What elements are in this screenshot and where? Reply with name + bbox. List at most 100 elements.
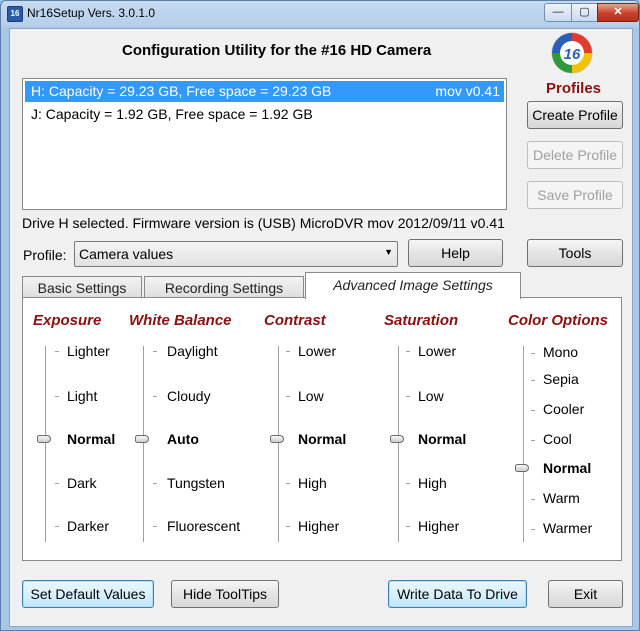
- main-panel: Configuration Utility for the #16 HD Cam…: [9, 28, 633, 627]
- exposure-tick: [55, 526, 59, 527]
- saturation-slider-track[interactable]: [398, 346, 399, 542]
- white-balance-option-fluorescent[interactable]: Fluorescent: [167, 518, 240, 534]
- help-button[interactable]: Help: [408, 239, 503, 267]
- saturation-option-high[interactable]: High: [418, 475, 447, 491]
- contrast-slider-thumb[interactable]: [270, 435, 284, 443]
- color-options-option-normal[interactable]: Normal: [543, 460, 591, 476]
- set-default-values-button[interactable]: Set Default Values: [22, 580, 154, 608]
- color-options-tick: [531, 353, 535, 354]
- white-balance-slider-track[interactable]: [143, 346, 144, 542]
- exit-button[interactable]: Exit: [548, 580, 623, 608]
- drive-item-j[interactable]: J: Capacity = 1.92 GB, Free space = 1.92…: [25, 104, 504, 125]
- contrast-option-higher[interactable]: Higher: [298, 518, 339, 534]
- color-options-option-warm[interactable]: Warm: [543, 490, 580, 506]
- exposure-slider-thumb[interactable]: [37, 435, 51, 443]
- drive-list[interactable]: H: Capacity = 29.23 GB, Free space = 29.…: [22, 78, 507, 210]
- contrast-slider-track[interactable]: [278, 346, 279, 542]
- contrast-option-lower[interactable]: Lower: [298, 343, 336, 359]
- color-options-tick: [531, 440, 535, 441]
- contrast-tick: [286, 483, 290, 484]
- white-balance-tick: [153, 396, 157, 397]
- saturation-tick: [406, 396, 410, 397]
- exposure-option-normal[interactable]: Normal: [67, 431, 115, 447]
- color-options-option-cooler[interactable]: Cooler: [543, 401, 584, 417]
- white-balance-tick: [153, 351, 157, 352]
- drive-item-text: H: Capacity = 29.23 GB, Free space = 29.…: [31, 83, 332, 99]
- exposure-option-darker[interactable]: Darker: [67, 518, 109, 534]
- saturation-tick: [406, 526, 410, 527]
- color-options-tick: [531, 410, 535, 411]
- drive-item-text: J: Capacity = 1.92 GB, Free space = 1.92…: [31, 106, 313, 122]
- exposure-tick: [55, 396, 59, 397]
- advanced-image-settings-panel: Exposure Lighter Light Normal Dark Darke…: [22, 297, 622, 561]
- status-text: Drive H selected. Firmware version is (U…: [22, 215, 505, 231]
- maximize-button[interactable]: ▢: [571, 3, 598, 22]
- tab-recording-settings[interactable]: Recording Settings: [144, 276, 304, 298]
- exposure-option-dark[interactable]: Dark: [67, 475, 97, 491]
- white-balance-title: White Balance: [129, 312, 232, 329]
- drive-item-h[interactable]: H: Capacity = 29.23 GB, Free space = 29.…: [25, 81, 504, 102]
- saturation-option-low[interactable]: Low: [418, 388, 444, 404]
- saturation-slider-thumb[interactable]: [390, 435, 404, 443]
- hide-tooltips-button[interactable]: Hide ToolTips: [171, 580, 279, 608]
- white-balance-slider-thumb[interactable]: [135, 435, 149, 443]
- color-options-option-sepia[interactable]: Sepia: [543, 371, 579, 387]
- color-options-title: Color Options: [508, 312, 608, 329]
- color-options-option-cool[interactable]: Cool: [543, 431, 572, 447]
- camera-logo-icon: 16: [551, 32, 593, 74]
- contrast-option-normal[interactable]: Normal: [298, 431, 346, 447]
- saturation-option-lower[interactable]: Lower: [418, 343, 456, 359]
- white-balance-tick: [153, 483, 157, 484]
- contrast-tick: [286, 526, 290, 527]
- tab-advanced-image-settings[interactable]: Advanced Image Settings: [305, 272, 521, 299]
- color-options-option-warmer[interactable]: Warmer: [543, 520, 592, 536]
- chevron-down-icon: ▼: [384, 247, 393, 257]
- color-options-slider-track[interactable]: [523, 346, 524, 542]
- color-options-tick: [531, 380, 535, 381]
- contrast-tick: [286, 396, 290, 397]
- app-icon: 16: [7, 6, 23, 22]
- contrast-tick: [286, 351, 290, 352]
- white-balance-tick: [153, 526, 157, 527]
- exposure-slider-track[interactable]: [45, 346, 46, 542]
- profiles-label: Profiles: [546, 80, 602, 97]
- white-balance-option-daylight[interactable]: Daylight: [167, 343, 218, 359]
- profile-select[interactable]: Camera values ▼: [74, 241, 398, 267]
- write-data-to-drive-button[interactable]: Write Data To Drive: [388, 580, 527, 608]
- window-title: Nr16Setup Vers. 3.0.1.0: [27, 6, 156, 20]
- close-button[interactable]: ✕: [597, 3, 639, 22]
- profile-select-value: Camera values: [79, 246, 174, 262]
- save-profile-button[interactable]: Save Profile: [527, 181, 623, 209]
- app-window: 16 Nr16Setup Vers. 3.0.1.0 — ▢ ✕ Configu…: [0, 0, 640, 631]
- exposure-option-lighter[interactable]: Lighter: [67, 343, 110, 359]
- contrast-option-high[interactable]: High: [298, 475, 327, 491]
- svg-text:16: 16: [564, 46, 581, 63]
- create-profile-button[interactable]: Create Profile: [527, 101, 623, 129]
- exposure-option-light[interactable]: Light: [67, 388, 97, 404]
- exposure-tick: [55, 483, 59, 484]
- saturation-option-higher[interactable]: Higher: [418, 518, 459, 534]
- title-bar[interactable]: 16 Nr16Setup Vers. 3.0.1.0 — ▢ ✕: [1, 1, 639, 27]
- color-options-option-mono[interactable]: Mono: [543, 344, 578, 360]
- color-options-tick: [531, 499, 535, 500]
- exposure-tick: [55, 351, 59, 352]
- page-title: Configuration Utility for the #16 HD Cam…: [122, 42, 432, 59]
- saturation-option-normal[interactable]: Normal: [418, 431, 466, 447]
- profile-label: Profile:: [23, 247, 67, 263]
- saturation-tick: [406, 351, 410, 352]
- tools-button[interactable]: Tools: [527, 239, 623, 267]
- contrast-option-low[interactable]: Low: [298, 388, 324, 404]
- exposure-title: Exposure: [33, 312, 102, 329]
- tab-basic-settings[interactable]: Basic Settings: [22, 276, 142, 298]
- contrast-title: Contrast: [264, 312, 326, 329]
- white-balance-option-auto[interactable]: Auto: [167, 431, 199, 447]
- color-options-tick: [531, 529, 535, 530]
- white-balance-option-tungsten[interactable]: Tungsten: [167, 475, 225, 491]
- saturation-title: Saturation: [384, 312, 459, 329]
- white-balance-option-cloudy[interactable]: Cloudy: [167, 388, 211, 404]
- saturation-tick: [406, 483, 410, 484]
- minimize-button[interactable]: —: [544, 3, 572, 22]
- drive-item-version: mov v0.41: [435, 83, 500, 99]
- delete-profile-button[interactable]: Delete Profile: [527, 141, 623, 169]
- color-options-slider-thumb[interactable]: [515, 464, 529, 472]
